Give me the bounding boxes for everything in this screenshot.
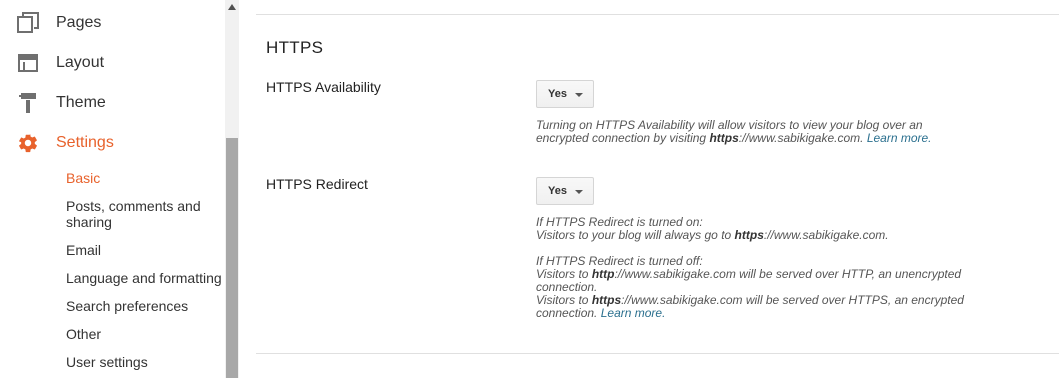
help-bold-text: http [591,267,615,281]
sidebar-item-label: Settings [56,134,114,151]
help-line: connection. Learn more. [536,307,976,320]
settings-subitem-search-preferences[interactable]: Search preferences [66,298,224,314]
select-value: Yes [548,185,567,197]
https-redirect-select[interactable]: Yes [536,177,594,205]
help-text: ://www.sabikigake.com. [763,228,889,242]
https-redirect-help: If HTTPS Redirect is turned on: Visitors… [536,216,976,320]
section-title: HTTPS [266,38,324,57]
https-availability-select[interactable]: Yes [536,80,594,108]
sidebar-item-label: Theme [56,94,106,111]
https-redirect-label: HTTPS Redirect [266,176,368,192]
scroll-up-arrow-icon[interactable] [225,0,239,14]
learn-more-link[interactable]: Learn more. [601,306,666,320]
settings-subitem-posts-comments-sharing[interactable]: Posts, comments and sharing [66,198,224,230]
help-text: ://www.sabikigake.com will be served ove… [621,293,964,307]
help-text: Visitors to [536,267,592,281]
help-line: encrypted connection by visiting https:/… [536,132,976,145]
pages-icon [17,12,39,34]
settings-subitem-email[interactable]: Email [66,242,224,258]
learn-more-link[interactable]: Learn more. [867,131,932,145]
https-availability-help: Turning on HTTPS Availability will allow… [536,119,976,145]
sidebar-item-label: Layout [56,54,105,71]
help-text: ://www.sabikigake.com will be served ove… [614,267,962,281]
dropdown-arrow-icon [575,93,583,97]
help-bold-text: https [591,293,622,307]
help-line: Visitors to http://www.sabikigake.com wi… [536,268,976,281]
sidebar-item-theme[interactable]: Theme [0,83,225,123]
help-text: ://www.sabikigake.com. [738,131,867,145]
help-text: connection. [536,306,601,320]
select-value: Yes [548,88,567,100]
help-text: Visitors to [536,293,592,307]
dropdown-arrow-icon [575,190,583,194]
help-line: Visitors to your blog will always go to … [536,229,976,242]
settings-gear-icon [17,132,39,154]
sidebar-item-layout[interactable]: Layout [0,43,225,83]
sidebar-item-pages[interactable]: Pages [0,3,225,43]
settings-subitem-other[interactable]: Other [66,326,224,342]
help-bold-text: https [709,131,739,145]
sidebar-item-label: Pages [56,14,102,31]
sidebar: Pages Layout Theme Settings Basic Posts,… [0,0,225,378]
main-content: HTTPS HTTPS Availability Yes Turning on … [239,0,1059,378]
https-availability-label: HTTPS Availability [266,79,381,95]
settings-subitem-basic[interactable]: Basic [66,170,224,186]
layout-icon [17,52,39,74]
divider [256,14,1059,15]
help-text: encrypted connection by visiting [536,131,710,145]
settings-subitem-language-formatting[interactable]: Language and formatting [66,270,224,286]
sidebar-item-settings[interactable]: Settings [0,123,225,163]
settings-subitem-user-settings[interactable]: User settings [66,354,224,370]
scrollbar-thumb[interactable] [226,138,238,378]
theme-icon [17,92,39,114]
help-bold-text: https [734,228,764,242]
help-text: Visitors to your blog will always go to [536,228,735,242]
sidebar-scrollbar[interactable] [225,0,239,378]
divider [256,353,1059,354]
